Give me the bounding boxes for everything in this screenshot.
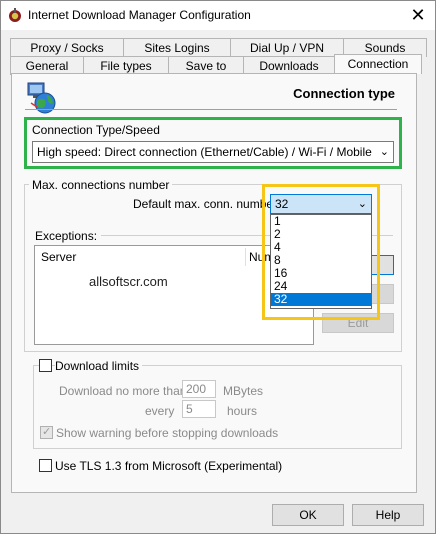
hours-label: hours bbox=[227, 404, 258, 418]
window-title: Internet Download Manager Configuration bbox=[28, 8, 251, 22]
tab-sites-logins[interactable]: Sites Logins bbox=[123, 38, 231, 57]
help-button[interactable]: Help bbox=[352, 504, 424, 526]
connection-type-value: High speed: Direct connection (Ethernet/… bbox=[37, 145, 373, 159]
tls-checkbox[interactable] bbox=[39, 459, 52, 472]
tls-label: Use TLS 1.3 from Microsoft (Experimental… bbox=[55, 459, 283, 473]
watermark-text: allsoftscr.com bbox=[89, 274, 168, 289]
max-conn-highlight bbox=[262, 184, 380, 320]
mbytes-label: MBytes bbox=[223, 384, 264, 398]
exceptions-label: Exceptions: bbox=[35, 229, 98, 243]
download-limits-label: Download limits bbox=[55, 359, 143, 373]
default-max-conn-label: Default max. conn. number bbox=[133, 197, 278, 211]
checkmark-icon: ✓ bbox=[42, 426, 52, 438]
config-window: Internet Download Manager Configuration … bbox=[0, 0, 436, 534]
download-no-more-than-label: Download no more than bbox=[59, 384, 187, 398]
chevron-down-icon: ⌄ bbox=[379, 146, 389, 158]
hours-field[interactable]: 5 bbox=[182, 400, 216, 418]
idm-app-icon bbox=[9, 8, 21, 22]
tab-connection[interactable]: Connection bbox=[334, 54, 422, 74]
tab-proxy-socks[interactable]: Proxy / Socks bbox=[10, 38, 124, 57]
connection-type-select[interactable]: High speed: Direct connection (Ethernet/… bbox=[32, 141, 394, 163]
tab-dial-up-vpn[interactable]: Dial Up / VPN bbox=[230, 38, 344, 57]
ok-button[interactable]: OK bbox=[272, 504, 344, 526]
close-icon[interactable]: ✕ bbox=[403, 3, 433, 27]
download-limits-checkbox[interactable] bbox=[39, 359, 52, 372]
every-label: every bbox=[145, 404, 175, 418]
column-divider bbox=[245, 248, 246, 266]
title-bar: Internet Download Manager Configuration … bbox=[1, 1, 435, 30]
column-server[interactable]: Server bbox=[41, 250, 76, 264]
show-warning-checkbox[interactable]: ✓ bbox=[40, 426, 53, 439]
max-connections-label: Max. connections number bbox=[29, 178, 173, 192]
title-divider bbox=[25, 109, 397, 110]
show-warning-label: Show warning before stopping downloads bbox=[56, 426, 279, 440]
page-title: Connection type bbox=[293, 86, 395, 101]
download-amount-field[interactable]: 200 bbox=[182, 380, 216, 398]
connection-type-label: Connection Type/Speed bbox=[32, 123, 160, 137]
